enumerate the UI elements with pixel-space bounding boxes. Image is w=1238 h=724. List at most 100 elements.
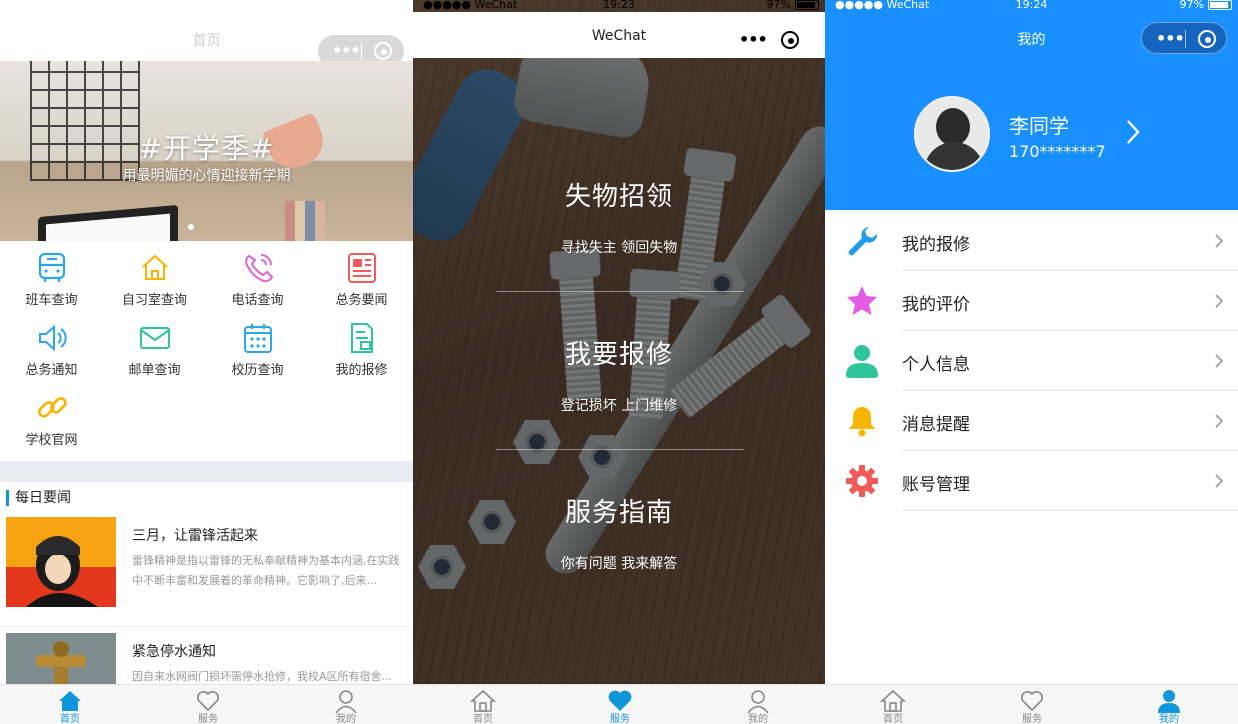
- battery-icon: [795, 0, 819, 10]
- home-screen: 首页 ••• #开学季# 用最明媚的心情迎接新学期 班车查询 自习室查询 电话查…: [0, 0, 413, 724]
- grid-item-label: 自习室查询: [121, 293, 187, 308]
- menu-item-my-repair[interactable]: 我的报修: [825, 211, 1238, 271]
- grid-item-study-room[interactable]: 自习室查询: [103, 244, 206, 314]
- tab-bar: 首页 服务 我的: [0, 684, 413, 724]
- close-miniprogram-icon[interactable]: [374, 42, 392, 60]
- user-tab-icon: [335, 690, 357, 714]
- newspaper-icon: [347, 253, 376, 283]
- user-tab-icon: [747, 690, 769, 714]
- grid-item-bus[interactable]: 班车查询: [0, 244, 103, 314]
- heart-tab-icon: [1021, 691, 1043, 712]
- heart-tab-icon: [197, 691, 219, 712]
- speaker-icon: [38, 324, 67, 352]
- grid-item-label: 电话查询: [231, 293, 284, 308]
- nav-bar: 首页 •••: [0, 12, 413, 67]
- mine-screen: ●●●●● WeChat 19:24 97% 我的 ••• 李同学 170***…: [825, 0, 1238, 724]
- tab-bar: 首页 服务 我的: [413, 684, 825, 724]
- banner-carousel[interactable]: #开学季# 用最明媚的心情迎接新学期: [0, 61, 413, 241]
- service-lost-found[interactable]: 失物招领 寻找失主 领回失物: [413, 176, 825, 257]
- tab-mine[interactable]: 我的: [1139, 688, 1199, 724]
- grid-item-label: 学校官网: [25, 433, 78, 448]
- profile-header: ●●●●● WeChat 19:24 97% 我的 ••• 李同学 170***…: [825, 0, 1238, 210]
- menu-item-notifications[interactable]: 消息提醒: [825, 391, 1238, 451]
- service-title: 失物招领: [564, 182, 673, 212]
- tab-home[interactable]: 首页: [863, 688, 923, 724]
- carousel-indicator: [188, 224, 194, 230]
- banner-subline: 用最明媚的心情迎接新学期: [122, 168, 291, 184]
- grid-item-calendar[interactable]: 校历查询: [206, 314, 309, 384]
- chevron-right-icon[interactable]: [1125, 118, 1141, 146]
- home-tab-icon: [470, 689, 496, 712]
- tab-home[interactable]: 首页: [453, 688, 513, 724]
- grid-item-my-repair[interactable]: 我的报修: [310, 314, 413, 384]
- avatar[interactable]: [914, 96, 990, 172]
- feature-grid: 班车查询 自习室查询 电话查询 总务要闻 总务通知 邮单查询 校历查询 我的报修…: [0, 244, 413, 460]
- user-tab-icon: [1158, 690, 1180, 713]
- chevron-right-icon: [1215, 414, 1224, 428]
- service-desc: 寻找失主 领回失物: [560, 240, 678, 256]
- capsule-menu[interactable]: •••: [725, 24, 811, 56]
- status-bar: ●●●●● WeChat 19:24 97%: [825, 0, 1238, 12]
- more-icon[interactable]: •••: [739, 30, 768, 49]
- more-icon[interactable]: •••: [332, 41, 361, 60]
- service-title: 服务指南: [564, 498, 673, 528]
- section-title: 每日要闻: [6, 490, 71, 506]
- chevron-right-icon: [1215, 474, 1224, 488]
- service-title: 我要报修: [564, 340, 673, 370]
- grid-item-notice[interactable]: 总务通知: [0, 314, 103, 384]
- banner-headline: #开学季#: [138, 132, 275, 165]
- tab-service[interactable]: 服务: [590, 688, 650, 724]
- user-phone: 170*******7: [1009, 142, 1106, 161]
- tab-home[interactable]: 首页: [40, 688, 100, 724]
- grid-item-label: 班车查询: [25, 293, 78, 308]
- wrench-icon: [848, 227, 878, 256]
- tab-service[interactable]: 服务: [1002, 688, 1062, 724]
- calendar-icon: [243, 324, 272, 353]
- gear-icon: [846, 465, 878, 497]
- phone-icon: [244, 254, 273, 283]
- close-miniprogram-icon[interactable]: [781, 31, 799, 49]
- service-guide[interactable]: 服务指南 你有问题 我来解答: [413, 492, 825, 573]
- grid-item-label: 总务通知: [25, 363, 78, 378]
- grid-item-label: 校历查询: [231, 363, 284, 378]
- user-name: 李同学: [1009, 114, 1069, 138]
- tab-mine[interactable]: 我的: [316, 688, 376, 724]
- star-icon: [847, 286, 877, 315]
- nav-bar: WeChat •••: [413, 12, 825, 58]
- grid-item-website[interactable]: 学校官网: [0, 384, 103, 454]
- menu-item-account[interactable]: 账号管理: [825, 451, 1238, 511]
- tab-service[interactable]: 服务: [178, 688, 238, 724]
- grid-item-phone[interactable]: 电话查询: [206, 244, 309, 314]
- heart-tab-icon: [608, 690, 632, 711]
- news-desc: 雷锋精神是指以雷锋的无私奉献精神为基本内涵,在实践中不断丰富和发展着的革命精神。…: [132, 554, 400, 587]
- close-miniprogram-icon[interactable]: [1198, 30, 1216, 48]
- grid-item-news[interactable]: 总务要闻: [310, 244, 413, 314]
- grid-item-mail[interactable]: 邮单查询: [103, 314, 206, 384]
- chevron-right-icon: [1215, 234, 1224, 248]
- grid-item-label: 邮单查询: [128, 363, 181, 378]
- service-desc: 你有问题 我来解答: [560, 556, 678, 572]
- status-bar: ●●●●● WeChat 19:23 97%: [413, 0, 825, 12]
- news-thumbnail: [6, 517, 116, 607]
- bus-icon: [38, 252, 65, 282]
- service-screen: WeChat ••• ●●●●● WeChat 19:23 97% 失物招领 寻…: [413, 0, 825, 724]
- news-item[interactable]: 三月，让雷锋活起来 雷锋精神是指以雷锋的无私奉献精神为基本内涵,在实践中不断丰富…: [0, 517, 413, 627]
- service-desc: 登记损坏 上门维修: [560, 398, 678, 414]
- person-icon: [846, 345, 878, 378]
- home-tab-icon: [59, 691, 81, 711]
- news-title: 紧急停水通知: [132, 644, 216, 660]
- repair-form-icon: [350, 323, 373, 353]
- home-tab-icon: [880, 689, 906, 712]
- tab-mine[interactable]: 我的: [728, 688, 788, 724]
- battery-icon: [1208, 0, 1232, 10]
- service-repair[interactable]: 我要报修 登记损坏 上门维修: [413, 334, 825, 415]
- menu-item-my-reviews[interactable]: 我的评价: [825, 271, 1238, 331]
- more-icon[interactable]: •••: [1156, 29, 1185, 48]
- bell-icon: [849, 407, 875, 437]
- capsule-menu[interactable]: •••: [1141, 22, 1227, 54]
- mail-icon: [139, 327, 170, 349]
- grid-item-label: 总务要闻: [335, 293, 388, 308]
- chevron-right-icon: [1215, 294, 1224, 308]
- menu-item-personal-info[interactable]: 个人信息: [825, 331, 1238, 391]
- news-title: 三月，让雷锋活起来: [132, 528, 258, 544]
